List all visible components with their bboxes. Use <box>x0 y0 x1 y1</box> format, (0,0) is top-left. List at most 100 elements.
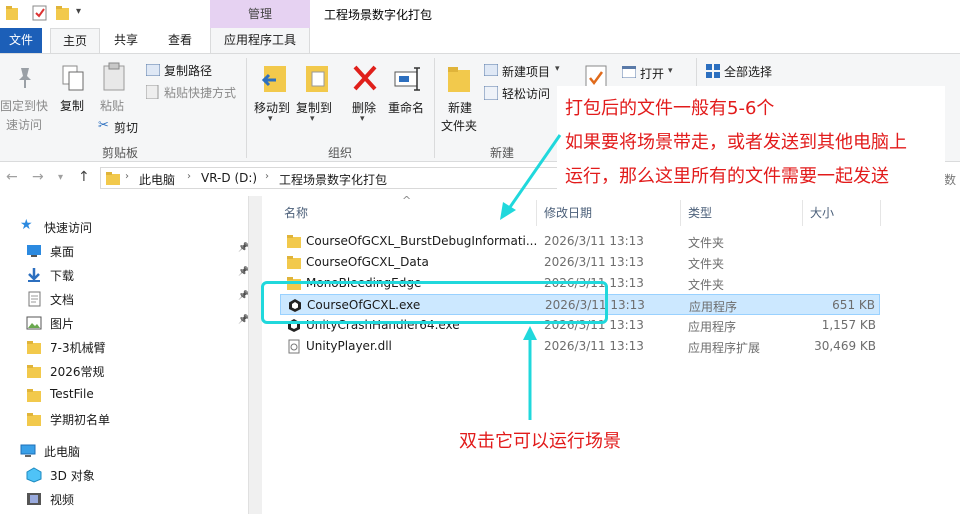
nav-3d-objects[interactable]: 3D 对象 <box>26 464 254 486</box>
column-divider[interactable] <box>536 200 537 226</box>
nav-videos[interactable]: 视频 <box>26 488 254 510</box>
folder-icon[interactable] <box>6 5 18 21</box>
open-icon[interactable] <box>622 66 636 78</box>
easy-access-icon[interactable] <box>484 86 498 100</box>
tab-file[interactable]: 文件 <box>0 28 42 53</box>
sort-ascending-icon: ^ <box>402 194 412 207</box>
up-arrow-icon[interactable]: ↑ <box>78 169 90 185</box>
breadcrumb-folder[interactable]: 工程场景数字化打包 <box>279 171 387 188</box>
nav-item[interactable]: 桌面 📌 <box>26 240 254 262</box>
file-row[interactable]: CourseOfGCXL_BurstDebugInformati... 2026/… <box>280 231 880 252</box>
column-divider[interactable] <box>880 200 881 226</box>
group-divider <box>246 58 247 158</box>
paste-shortcut-button[interactable]: 粘贴快捷方式 <box>164 84 236 101</box>
column-divider[interactable] <box>802 200 803 226</box>
move-to-icon[interactable] <box>260 62 288 96</box>
column-type[interactable]: 类型 <box>688 204 712 221</box>
nav-item[interactable]: 文档 📌 <box>26 288 254 310</box>
organize-group-label: 组织 <box>327 146 352 160</box>
window-title: 工程场景数字化打包 <box>324 8 433 22</box>
rename-icon[interactable] <box>393 64 423 92</box>
folder-icon <box>27 341 41 354</box>
breadcrumb-separator-icon[interactable]: › <box>265 171 269 182</box>
nav-scrollbar[interactable] <box>248 196 262 514</box>
chevron-down-icon[interactable]: ▾ <box>668 66 673 76</box>
new-folder-icon[interactable] <box>446 64 472 94</box>
new-folder-label-1[interactable]: 新建 <box>448 99 472 116</box>
scissors-icon[interactable]: ✂ <box>98 118 109 133</box>
new-folder-label-2: 文件夹 <box>441 119 478 133</box>
chevron-down-icon[interactable]: ▾ <box>555 64 560 74</box>
column-date[interactable]: 修改日期 <box>544 204 592 221</box>
pin-icon[interactable] <box>13 66 35 90</box>
file-type: 应用程序 <box>688 320 737 334</box>
tab-app-tools[interactable]: 应用程序工具 <box>210 28 310 53</box>
nav-item[interactable]: 7-3机械臂 <box>26 336 254 358</box>
nav-item-label: 学期初名单 <box>50 413 111 427</box>
nav-this-pc[interactable]: 此电脑 <box>20 440 248 462</box>
delete-icon[interactable] <box>352 64 378 92</box>
title-bar: ▾ 管理 工程场景数字化打包 <box>0 0 960 28</box>
nav-item[interactable]: 下载 📌 <box>26 264 254 286</box>
paste-button[interactable]: 粘贴 <box>100 97 124 114</box>
copy-icon[interactable] <box>61 64 85 92</box>
select-all-icon[interactable] <box>706 64 720 78</box>
tab-view[interactable]: 查看 <box>156 28 204 53</box>
nav-item-label: 2026常规 <box>50 365 105 379</box>
cut-button[interactable]: 剪切 <box>114 119 138 136</box>
navigation-pane: ★ 快速访问 桌面 📌 下载 📌 文档 📌 图片 📌 7-3机械臂 2026常规 TestFile 学… <box>0 196 250 514</box>
copy-to-icon[interactable] <box>302 62 330 96</box>
select-all-button[interactable]: 全部选择 <box>724 63 772 80</box>
breadcrumb-drive[interactable]: VR-D (D:) <box>201 171 257 185</box>
nav-this-pc-label: 此电脑 <box>44 445 81 459</box>
breadcrumb-this-pc[interactable]: 此电脑 <box>139 171 175 188</box>
tab-share[interactable]: 共享 <box>104 28 148 53</box>
chevron-down-icon[interactable]: ▾ <box>310 114 315 124</box>
open-button[interactable]: 打开 <box>640 65 664 82</box>
column-divider[interactable] <box>680 200 681 226</box>
copy-path-button[interactable]: 复制路径 <box>164 62 212 79</box>
document-icon <box>28 291 41 307</box>
pin-quick-access-label-1[interactable]: 固定到快 <box>0 97 48 114</box>
back-arrow-icon[interactable]: ← <box>6 169 18 185</box>
copy-button[interactable]: 复制 <box>60 97 84 114</box>
file-name: UnityPlayer.dll <box>306 339 392 353</box>
nav-item[interactable]: 学期初名单 <box>26 408 254 430</box>
nav-quick-access[interactable]: ★ 快速访问 <box>20 216 248 238</box>
search-box[interactable]: 数 <box>944 171 956 188</box>
paste-shortcut-icon[interactable] <box>146 85 160 99</box>
customize-dropdown-icon[interactable]: ▾ <box>76 6 81 17</box>
folder-icon <box>106 172 120 185</box>
chevron-down-icon[interactable]: ▾ <box>360 114 365 124</box>
nav-item[interactable]: TestFile <box>26 384 254 406</box>
new-item-icon[interactable] <box>484 64 498 76</box>
copy-path-icon[interactable] <box>146 64 160 76</box>
star-icon: ★ <box>20 217 33 233</box>
new-folder-icon[interactable] <box>56 5 70 21</box>
properties-icon[interactable] <box>32 5 48 21</box>
easy-access-button[interactable]: 轻松访问 <box>502 85 550 102</box>
group-divider <box>434 58 435 158</box>
column-size[interactable]: 大小 <box>810 204 834 221</box>
folder-icon <box>287 235 301 248</box>
paste-icon[interactable] <box>102 62 126 92</box>
breadcrumb-separator-icon[interactable]: › <box>187 171 191 182</box>
file-type: 应用程序 <box>689 300 738 314</box>
column-name[interactable]: 名称 <box>284 204 308 221</box>
desktop-icon <box>27 245 41 257</box>
file-row[interactable]: CourseOfGCXL_Data 2026/3/11 13:13 文件夹 <box>280 252 880 273</box>
nav-item-label: 桌面 <box>50 245 75 259</box>
new-item-button[interactable]: 新建项目 <box>502 63 550 80</box>
rename-button[interactable]: 重命名 <box>388 99 424 116</box>
context-tab-manage[interactable]: 管理 <box>210 0 310 28</box>
file-name: CourseOfGCXL_BurstDebugInformati... <box>306 234 538 248</box>
nav-item[interactable]: 2026常规 <box>26 360 254 382</box>
breadcrumb-separator-icon[interactable]: › <box>125 171 129 182</box>
recent-locations-icon[interactable]: ▾ <box>58 172 63 183</box>
file-row[interactable]: UnityPlayer.dll 2026/3/11 13:13 应用程序扩展 30,4… <box>280 336 880 357</box>
file-type: 文件夹 <box>688 278 725 292</box>
forward-arrow-icon[interactable]: → <box>32 169 44 185</box>
nav-item[interactable]: 图片 📌 <box>26 312 254 334</box>
tab-home[interactable]: 主页 <box>50 28 100 53</box>
chevron-down-icon[interactable]: ▾ <box>268 114 273 124</box>
